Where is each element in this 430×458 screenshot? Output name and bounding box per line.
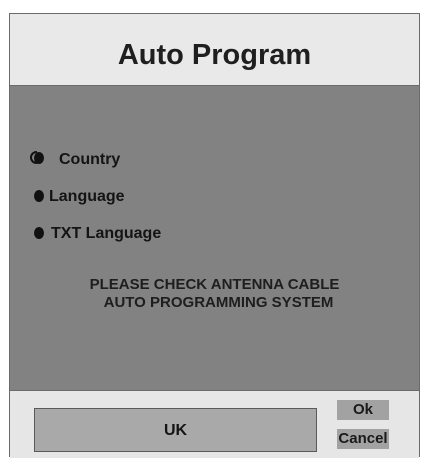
bullet-icon: [34, 227, 44, 239]
message-line-1: PLEASE CHECK ANTENNA CABLE: [89, 276, 340, 293]
selected-value-field[interactable]: UK: [34, 408, 317, 452]
active-bullet-icon: [30, 151, 44, 164]
dialog-header: Auto Program: [10, 14, 419, 86]
status-message: PLEASE CHECK ANTENNA CABLE AUTO PROGRAMM…: [10, 276, 419, 312]
bullet-icon: [34, 190, 44, 202]
menu-item-label: TXT Language: [51, 225, 162, 242]
ok-button[interactable]: Ok: [337, 400, 389, 420]
menu-item-label: Language: [49, 188, 125, 205]
menu-item-txt-language[interactable]: TXT Language: [10, 223, 270, 247]
dialog-footer: UK Ok Cancel: [10, 391, 419, 458]
dialog-body: Country Language TXT Language PLEASE CHE…: [10, 86, 419, 391]
menu-item-country[interactable]: Country: [10, 148, 270, 172]
dialog-title: Auto Program: [117, 39, 312, 71]
cancel-button[interactable]: Cancel: [337, 429, 389, 449]
message-line-2: AUTO PROGRAMMING SYSTEM: [103, 294, 334, 311]
menu-item-language[interactable]: Language: [10, 186, 270, 210]
auto-program-dialog: Auto Program Country Language TXT Langua…: [9, 13, 420, 458]
menu-item-label: Country: [59, 151, 121, 168]
selected-value-text: UK: [163, 422, 188, 439]
